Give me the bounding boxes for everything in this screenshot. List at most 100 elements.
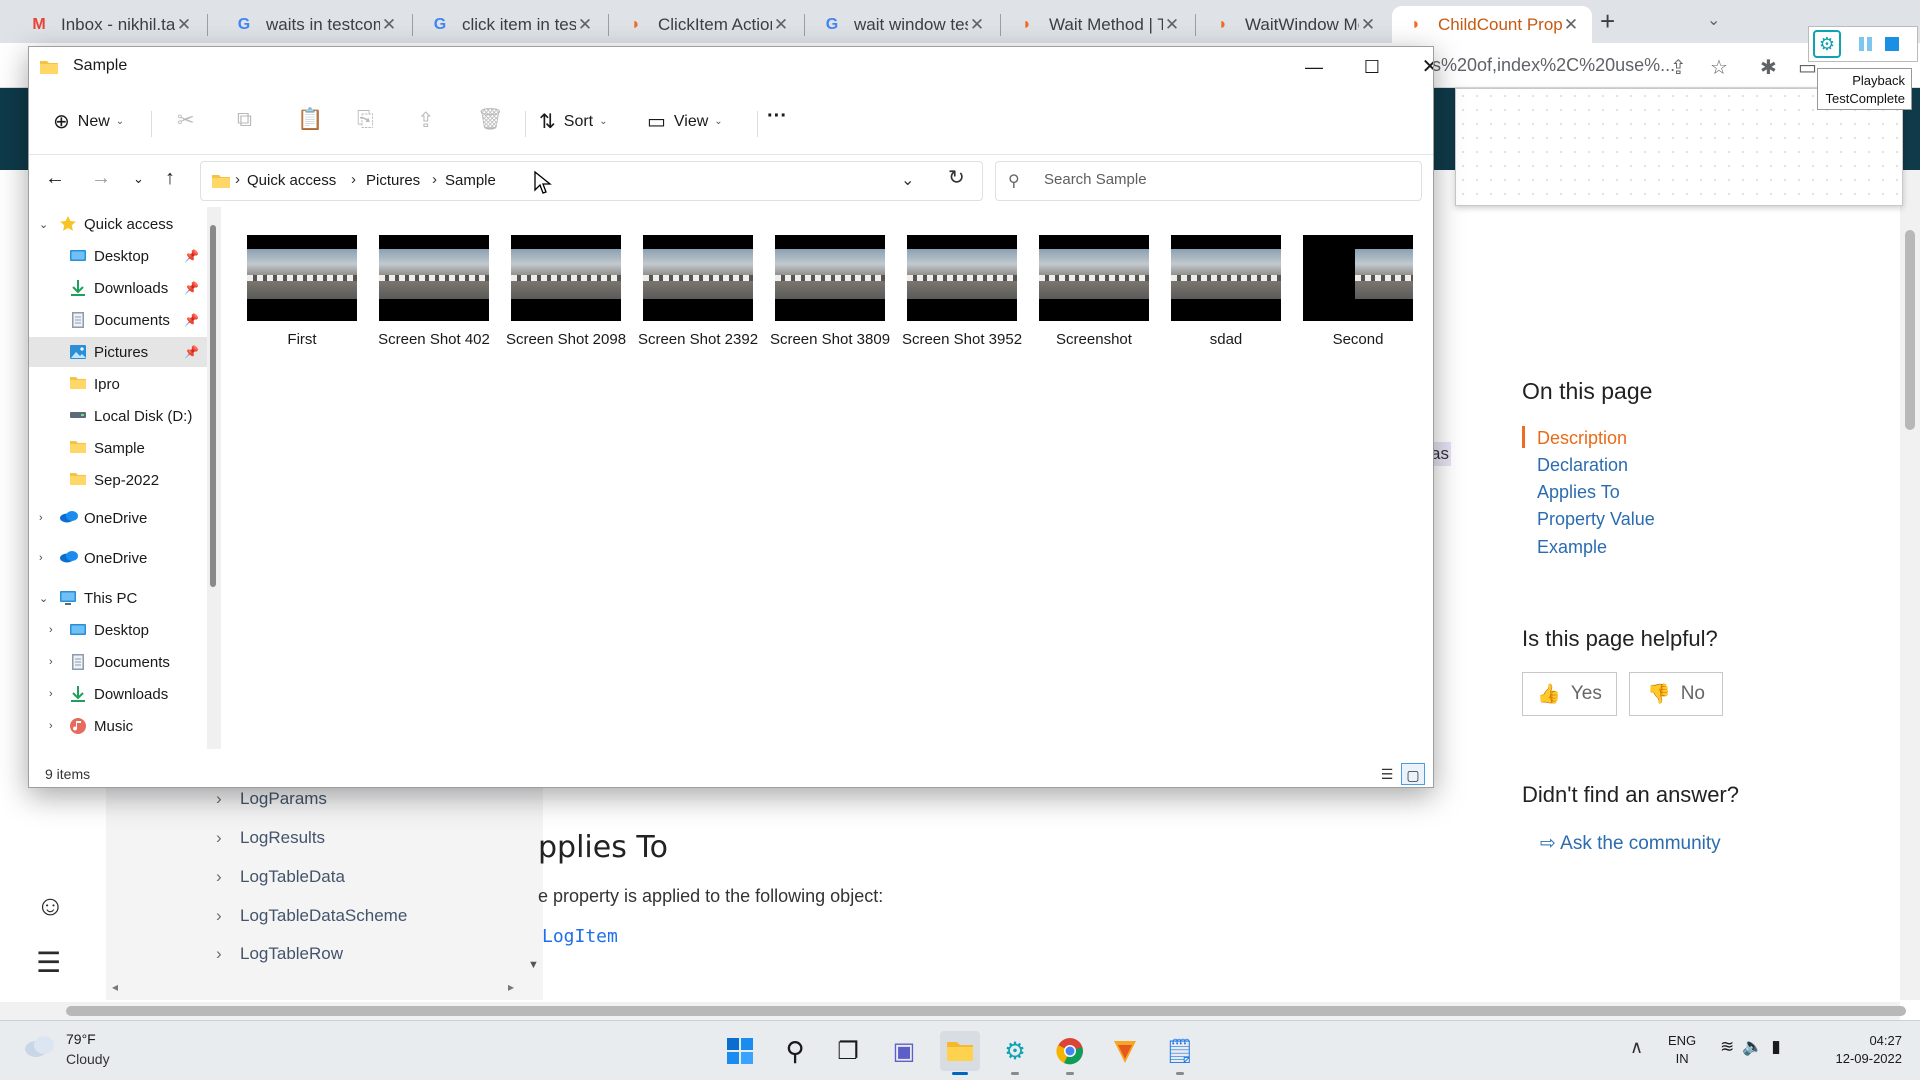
- tab-search-icon[interactable]: ⌄: [1707, 10, 1720, 30]
- nav-horizontal-scrollbar[interactable]: ◂ ▸: [106, 978, 522, 998]
- browser-tab[interactable]: ◗ Wait Method | Te ✕: [1003, 6, 1193, 43]
- nav-tree-item[interactable]: Documents 📌: [29, 305, 207, 335]
- toc-list-icon[interactable]: ☰: [36, 946, 61, 979]
- minimize-button[interactable]: —: [1285, 47, 1343, 87]
- breadcrumb-quick-access[interactable]: Quick access: [247, 172, 336, 189]
- tab-close-icon[interactable]: ✕: [380, 15, 398, 35]
- navigation-scrollbar[interactable]: [207, 207, 221, 749]
- breadcrumb-pictures[interactable]: Pictures: [366, 172, 420, 189]
- recent-locations-icon[interactable]: ⌄: [133, 171, 144, 187]
- nav-item-logtabledatascheme[interactable]: › LogTableDataScheme: [216, 906, 407, 926]
- copy-icon[interactable]: ⧉: [237, 108, 252, 132]
- extensions-icon[interactable]: ✱: [1760, 55, 1777, 80]
- browser-tab[interactable]: ◗ WaitWindow Met✕: [1199, 6, 1389, 43]
- nav-tree-item[interactable]: ⌄ This PC: [29, 583, 207, 613]
- otp-link-example[interactable]: Example: [1537, 537, 1607, 558]
- nav-item-logparams[interactable]: › LogParams: [216, 789, 327, 809]
- chevron-right-icon[interactable]: ›: [39, 512, 43, 524]
- nav-tree-item[interactable]: › OneDrive: [29, 543, 207, 573]
- otp-link-property-value[interactable]: Property Value: [1537, 509, 1655, 530]
- weather-widget[interactable]: 79°F Cloudy: [22, 1031, 110, 1067]
- search-taskbar-button[interactable]: ⚲: [775, 1031, 815, 1071]
- tab-close-icon[interactable]: ✕: [1163, 15, 1181, 35]
- nav-scroll-down-icon[interactable]: ▼: [528, 959, 539, 971]
- nav-tree-item[interactable]: › Documents: [29, 647, 207, 677]
- sort-button[interactable]: ⇅ Sort ⌄: [539, 109, 608, 134]
- stop-icon[interactable]: [1885, 37, 1899, 51]
- input-language[interactable]: ENG IN: [1668, 1032, 1696, 1068]
- nav-tree-item[interactable]: Desktop 📌: [29, 241, 207, 271]
- forward-arrow-icon[interactable]: →: [91, 167, 111, 190]
- nav-tree-item[interactable]: Pictures 📌: [29, 337, 207, 367]
- otp-link-description[interactable]: Description: [1537, 428, 1627, 449]
- file-explorer-taskbar-button[interactable]: [940, 1031, 980, 1075]
- nav-tree-item[interactable]: ⌄ Quick access: [29, 209, 207, 239]
- paste-icon[interactable]: 📋: [297, 108, 323, 132]
- chevron-right-icon[interactable]: ›: [49, 720, 53, 732]
- new-button[interactable]: ⊕ New ⌄: [53, 109, 124, 134]
- nav-tree-item[interactable]: Ipro: [29, 369, 207, 399]
- chevron-down-icon[interactable]: ⌄: [39, 592, 48, 605]
- back-arrow-icon[interactable]: ←: [45, 167, 65, 190]
- browser-tab[interactable]: Gclick item in test ✕: [416, 6, 606, 43]
- nav-tree-item[interactable]: Downloads 📌: [29, 273, 207, 303]
- chevron-right-icon[interactable]: ›: [49, 688, 53, 700]
- rename-icon[interactable]: ⎘: [357, 108, 374, 132]
- details-view-icon[interactable]: ☰: [1375, 763, 1399, 785]
- show-hidden-icons-icon[interactable]: ∧: [1630, 1037, 1643, 1058]
- system-tray-icons[interactable]: ≋🔈▮: [1720, 1037, 1789, 1057]
- browser-tab[interactable]: ◗ ClickItem Action ✕: [612, 6, 802, 43]
- page-vertical-scrollbar[interactable]: [1900, 170, 1920, 1000]
- maximize-button[interactable]: ☐: [1343, 47, 1401, 87]
- nav-item-logresults[interactable]: › LogResults: [216, 828, 325, 848]
- nav-tree-item[interactable]: Local Disk (D:): [29, 401, 207, 431]
- address-bar[interactable]: › Quick access › Pictures › Sample ⌄: [200, 161, 983, 201]
- browser-tab[interactable]: Gwait window test ✕: [808, 6, 998, 43]
- vlc-taskbar-button[interactable]: [1105, 1031, 1145, 1071]
- otp-link-declaration[interactable]: Declaration: [1537, 455, 1628, 476]
- chevron-right-icon[interactable]: ›: [39, 552, 43, 564]
- no-button[interactable]: 👎 No: [1629, 672, 1723, 716]
- start-button[interactable]: [720, 1031, 760, 1071]
- browser-tab[interactable]: Gwaits in testcomp✕: [220, 6, 410, 43]
- nav-tree-item[interactable]: › Desktop: [29, 615, 207, 645]
- tab-close-icon[interactable]: ✕: [772, 15, 790, 35]
- logitem-link[interactable]: LogItem: [542, 926, 618, 947]
- nav-tree-item[interactable]: › Downloads: [29, 679, 207, 709]
- share-icon[interactable]: ⇪: [417, 108, 435, 133]
- tab-close-icon[interactable]: ✕: [576, 15, 594, 35]
- breadcrumb-sample[interactable]: Sample: [445, 172, 496, 189]
- nav-item-logtabledata[interactable]: › LogTableData: [216, 867, 345, 887]
- otp-link-applies-to[interactable]: Applies To: [1537, 482, 1620, 503]
- nav-tree-item[interactable]: Sep-2022: [29, 465, 207, 495]
- chevron-right-icon[interactable]: ›: [49, 656, 53, 668]
- tab-close-icon[interactable]: ✕: [968, 15, 986, 35]
- testcomplete-gear-icon[interactable]: ⚙: [1813, 30, 1841, 58]
- yes-button[interactable]: 👍 Yes: [1522, 672, 1617, 716]
- nav-tree-item[interactable]: › Music: [29, 711, 207, 741]
- tab-close-icon[interactable]: ✕: [1359, 15, 1377, 35]
- share-icon[interactable]: ⇪: [1670, 55, 1687, 80]
- refresh-icon[interactable]: ↻: [948, 165, 965, 190]
- task-view-button[interactable]: ❐: [828, 1031, 868, 1071]
- page-horizontal-scrollbar[interactable]: [0, 1002, 1906, 1020]
- delete-icon[interactable]: 🗑: [477, 108, 504, 132]
- ask-community-link[interactable]: ⇨ Ask the community: [1540, 832, 1721, 855]
- tab-close-icon[interactable]: ✕: [1562, 15, 1580, 35]
- notepad-taskbar-button[interactable]: 🗒: [1160, 1031, 1200, 1075]
- nav-tree-item[interactable]: Sample: [29, 433, 207, 463]
- close-button[interactable]: ✕: [1401, 47, 1433, 87]
- cut-icon[interactable]: ✂: [177, 108, 195, 133]
- chevron-right-icon[interactable]: ›: [49, 624, 53, 636]
- browser-tab[interactable]: M Inbox - nikhil.tadi✕: [15, 6, 205, 43]
- chrome-taskbar-button[interactable]: [1050, 1031, 1090, 1075]
- nav-item-logtablerow[interactable]: › LogTableRow: [216, 944, 343, 964]
- chevron-down-icon[interactable]: ⌄: [901, 170, 914, 190]
- teams-chat-button[interactable]: ▣: [884, 1031, 924, 1071]
- browser-tab[interactable]: ◗ ChildCount Prop ✕: [1392, 6, 1592, 43]
- pause-icon[interactable]: [1859, 37, 1873, 51]
- new-tab-button[interactable]: +: [1600, 6, 1615, 37]
- address-bar-url[interactable]: s%20of,index%2C%20use%...: [1432, 55, 1675, 76]
- chevron-down-icon[interactable]: ⌄: [39, 218, 48, 231]
- clock[interactable]: 04:27 12-09-2022: [1812, 1032, 1903, 1068]
